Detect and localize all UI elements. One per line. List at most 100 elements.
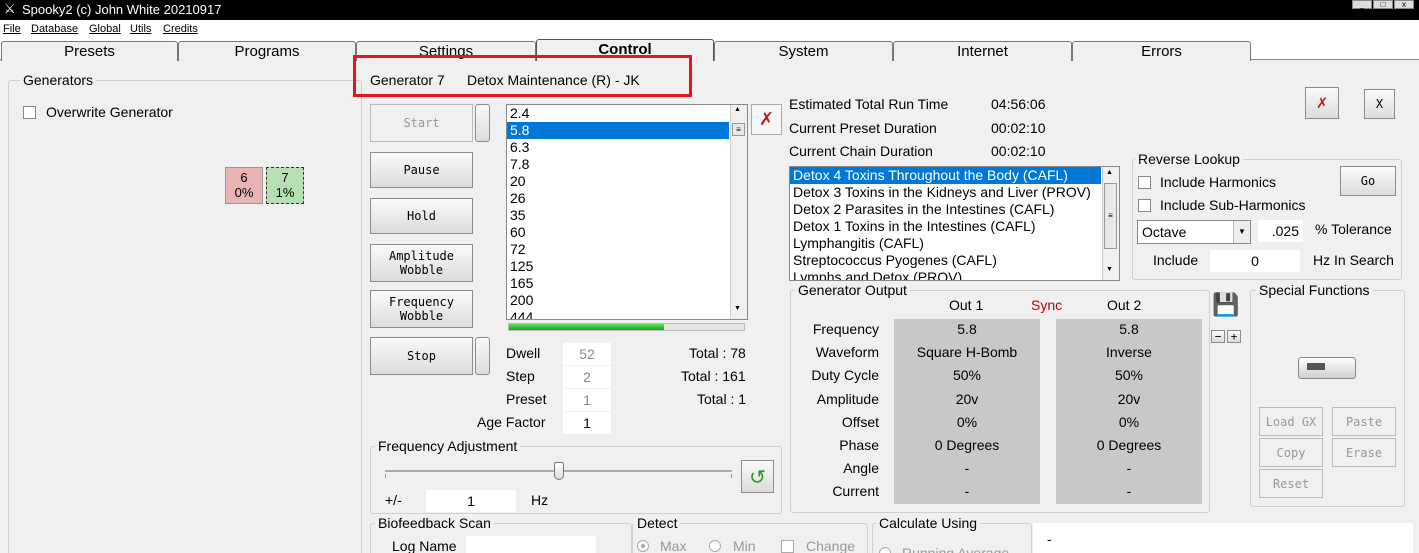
frequency-list-item[interactable]: 5.8	[507, 122, 729, 139]
include-hz-input[interactable]: 0	[1210, 250, 1300, 272]
frequency-list-scrollbar[interactable]: ▲ ≡ ▼	[730, 105, 747, 319]
tolerance-label: % Tolerance	[1315, 221, 1392, 237]
out2-header: Out 2	[1107, 297, 1142, 313]
frequency-list-item[interactable]: 26	[507, 190, 747, 207]
erase-button[interactable]: Erase	[1332, 438, 1396, 467]
detect-min-radio[interactable]	[709, 540, 721, 552]
preset-list-item[interactable]: Lymphs and Detox (PROV)	[790, 269, 1119, 280]
frequency-list-item[interactable]: 72	[507, 241, 747, 258]
stop-side-button[interactable]	[475, 337, 490, 375]
app-icon: ⚔	[4, 1, 16, 16]
reset-adjustment-icon[interactable]: ↺	[741, 460, 774, 493]
minus-button[interactable]: −	[1211, 330, 1225, 343]
reset-button[interactable]: Reset	[1259, 469, 1323, 498]
frequency-list-item[interactable]: 20	[507, 173, 747, 190]
menu-global[interactable]: Global	[89, 23, 121, 35]
close-window-button[interactable]: x	[1394, 0, 1414, 9]
tolerance-input[interactable]: .025	[1258, 220, 1303, 242]
running-average-radio[interactable]	[879, 547, 891, 553]
broom-icon[interactable]: ✗	[751, 104, 782, 135]
generator-tile-number: 7	[281, 170, 289, 185]
age-factor-input[interactable]: 1	[563, 412, 611, 434]
amplitude-wobble-button[interactable]: Amplitude Wobble	[370, 244, 473, 282]
preset-list[interactable]: Detox 4 Toxins Throughout the Body (CAFL…	[789, 166, 1120, 281]
preset-list-item[interactable]: Detox 1 Toxins in the Intestines (CAFL)	[790, 218, 1119, 235]
generator-tile-7[interactable]: 7 1%	[266, 167, 304, 204]
copy-button[interactable]: Copy	[1259, 438, 1323, 467]
start-side-button[interactable]	[475, 104, 490, 142]
minimize-button[interactable]: _	[1352, 0, 1372, 9]
frequency-list-item[interactable]: 7.8	[507, 156, 747, 173]
sync-label[interactable]: Sync	[1031, 297, 1062, 313]
frequency-list-item[interactable]: 125	[507, 258, 747, 275]
scroll-down-icon[interactable]: ▼	[734, 305, 741, 312]
octave-select[interactable]: Octave ▼	[1137, 220, 1251, 244]
generator-tile-6[interactable]: 6 0%	[225, 167, 263, 204]
frequency-list-item[interactable]: 200	[507, 292, 747, 309]
frequency-list-item[interactable]: 35	[507, 207, 747, 224]
detect-change-checkbox[interactable]	[781, 540, 794, 553]
scroll-down-icon[interactable]: ▼	[1106, 266, 1113, 273]
start-button[interactable]: Start	[370, 104, 473, 142]
frequency-list[interactable]: 2.4 5.8 6.3 7.8 20 26 35 60 72 125 165 200 444	[506, 104, 748, 320]
paste-button[interactable]: Paste	[1332, 407, 1396, 436]
menu-file[interactable]: File	[3, 23, 21, 35]
frequency-wobble-line2: Wobble	[399, 309, 444, 323]
plus-button[interactable]: +	[1227, 330, 1241, 343]
menu-database[interactable]: Database	[31, 23, 78, 35]
slider-tick-marks	[385, 474, 732, 478]
chevron-down-icon[interactable]: ▼	[1233, 221, 1250, 243]
tab-internet[interactable]: Internet	[893, 41, 1072, 61]
save-icon[interactable]: 💾	[1212, 292, 1240, 319]
overwrite-generator-label: Overwrite Generator	[46, 104, 173, 120]
window-title: Spooky2 (c) John White 20210917	[22, 2, 222, 17]
tab-programs[interactable]: Programs	[178, 41, 356, 61]
preset-list-item[interactable]: Detox 3 Toxins in the Kidneys and Liver …	[790, 184, 1119, 201]
preset-list-item[interactable]: Streptococcus Pyogenes (CAFL)	[790, 252, 1119, 269]
detect-min-label: Min	[733, 538, 756, 553]
erase-icon[interactable]: ✗	[1305, 87, 1339, 119]
scroll-thumb[interactable]: ≡	[732, 123, 745, 136]
scroll-up-icon[interactable]: ▲	[1106, 169, 1113, 176]
go-button[interactable]: Go	[1340, 166, 1396, 196]
include-subharmonics-checkbox[interactable]	[1138, 199, 1151, 212]
overwrite-generator-checkbox[interactable]	[23, 106, 36, 119]
frequency-list-item[interactable]: 444	[507, 309, 747, 319]
tab-presets[interactable]: Presets	[1, 41, 178, 61]
title-bar: ⚔ Spooky2 (c) John White 20210917 _ □ x	[0, 0, 1419, 20]
frequency-list-item[interactable]: 60	[507, 224, 747, 241]
output-out1-value: Square H-Bomb	[916, 344, 1018, 361]
preset-list-item[interactable]: Lymphangitis (CAFL)	[790, 235, 1119, 252]
menu-credits[interactable]: Credits	[163, 23, 198, 35]
menu-utils[interactable]: Utils	[130, 23, 151, 35]
calculation-output-value: -	[1047, 531, 1052, 547]
scroll-up-icon[interactable]: ▲	[734, 106, 741, 113]
scroll-thumb[interactable]: ≡	[1104, 183, 1117, 249]
frequency-wobble-line1: Frequency	[388, 295, 455, 309]
frequency-adjust-input[interactable]: 1	[426, 490, 516, 512]
detect-max-radio[interactable]	[637, 540, 649, 552]
frequency-progress-bar	[508, 323, 745, 331]
stop-button[interactable]: Stop	[370, 337, 473, 375]
generator-tile-number: 6	[240, 170, 248, 185]
log-name-input[interactable]	[466, 536, 596, 553]
tab-strip: Presets Programs Settings Control System…	[0, 38, 1419, 61]
frequency-wobble-button[interactable]: Frequency Wobble	[370, 290, 473, 328]
dwell-total: Total : 78	[689, 345, 746, 361]
preset-list-item[interactable]: Detox 2 Parasites in the Intestines (CAF…	[790, 201, 1119, 218]
frequency-list-item[interactable]: 165	[507, 275, 747, 292]
frequency-list-item[interactable]: 2.4	[507, 105, 747, 122]
hold-button[interactable]: Hold	[370, 198, 473, 234]
log-name-label: Log Name	[392, 538, 457, 553]
pause-button[interactable]: Pause	[370, 152, 473, 188]
close-control-button[interactable]: X	[1364, 89, 1395, 119]
preset-list-scrollbar[interactable]: ▲ ≡ ▼	[1102, 167, 1119, 280]
maximize-button[interactable]: □	[1373, 0, 1393, 9]
include-harmonics-checkbox[interactable]	[1138, 176, 1151, 189]
output-out1-value: 0 Degrees	[934, 437, 1000, 453]
frequency-list-item[interactable]: 6.3	[507, 139, 747, 156]
load-gx-button[interactable]: Load GX	[1259, 407, 1323, 436]
preset-list-item[interactable]: Detox 4 Toxins Throughout the Body (CAFL…	[790, 167, 1101, 184]
tab-errors[interactable]: Errors	[1072, 41, 1251, 61]
tab-system[interactable]: System	[714, 41, 893, 61]
